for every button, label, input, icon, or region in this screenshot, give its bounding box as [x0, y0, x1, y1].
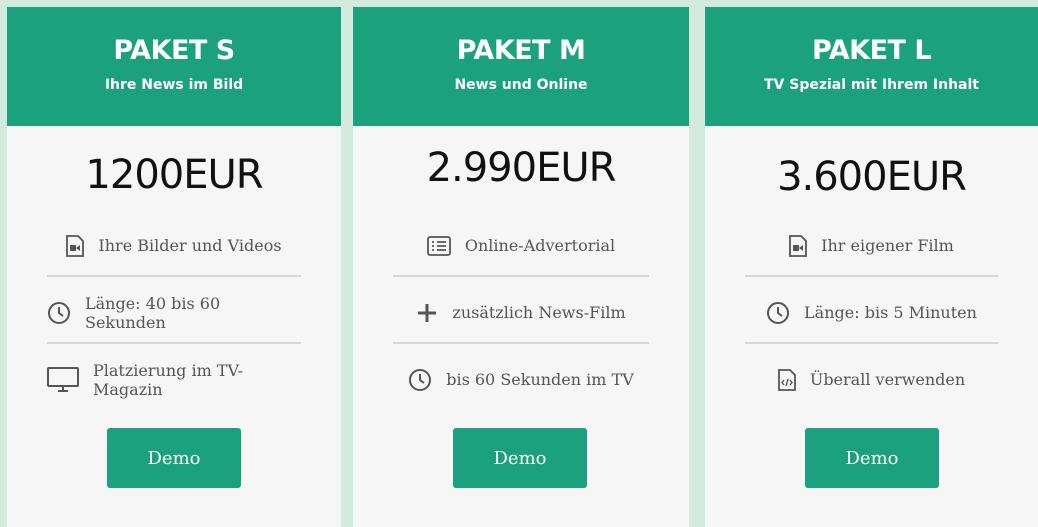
divider	[47, 275, 301, 277]
divider	[745, 275, 998, 277]
package-subtitle: TV Spezial mit Ihrem Inhalt	[764, 77, 979, 93]
package-subtitle: Ihre News im Bild	[104, 77, 244, 93]
feature-item: Platzierung im TV-Magazin	[47, 346, 301, 413]
feature-text: zusätzlich News-Film	[452, 303, 626, 322]
package-subtitle: News und Online	[454, 77, 588, 93]
package-price: 3.600EUR	[777, 154, 967, 200]
feature-text: bis 60 Sekunden im TV	[446, 370, 634, 389]
list-icon	[426, 235, 451, 256]
feature-item: Überall verwenden	[745, 346, 998, 413]
code-file-icon	[777, 368, 796, 391]
package-header: PAKET M News und Online	[353, 7, 689, 126]
feature-item: Länge: 40 bis 60 Sekunden	[47, 279, 301, 346]
clock-icon	[766, 301, 790, 325]
demo-button[interactable]: Demo	[805, 428, 939, 488]
package-title: PAKET M	[456, 35, 586, 66]
divider	[393, 275, 649, 277]
package-price: 1200EUR	[85, 152, 263, 198]
package-header: PAKET L TV Spezial mit Ihrem Inhalt	[705, 7, 1038, 126]
package-header: PAKET S Ihre News im Bild	[7, 7, 341, 126]
plus-icon	[416, 302, 438, 324]
divider	[393, 342, 649, 344]
feature-text: Überall verwenden	[809, 370, 966, 389]
clock-icon	[408, 368, 432, 392]
video-file-icon	[66, 234, 85, 257]
feature-item: Ihre Bilder und Videos	[47, 212, 301, 279]
feature-text: Online-Advertorial	[464, 236, 616, 255]
package-card-m: PAKET M News und Online 2.990EUR Online-…	[353, 7, 689, 527]
package-card-l: PAKET L TV Spezial mit Ihrem Inhalt 3.60…	[705, 7, 1038, 527]
video-file-icon	[789, 234, 808, 257]
feature-text: Länge: 40 bis 60 Sekunden	[85, 293, 221, 332]
feature-item: Länge: bis 5 Minuten	[745, 279, 998, 346]
package-title: PAKET L	[811, 35, 932, 66]
clock-icon	[47, 301, 71, 325]
monitor-icon	[47, 366, 79, 393]
feature-text: Platzierung im TV-Magazin	[93, 360, 243, 399]
package-title: PAKET S	[113, 35, 235, 66]
feature-item: Ihr eigener Film	[745, 212, 998, 279]
feature-text: Länge: bis 5 Minuten	[804, 303, 977, 322]
feature-item: Online-Advertorial	[393, 212, 649, 279]
feature-item: zusätzlich News-Film	[393, 279, 649, 346]
package-price: 2.990EUR	[426, 145, 617, 191]
demo-button[interactable]: Demo	[107, 428, 241, 488]
feature-text: Ihr eigener Film	[821, 236, 954, 255]
feature-item: bis 60 Sekunden im TV	[393, 346, 649, 413]
package-card-s: PAKET S Ihre News im Bild 1200EUR Ihre B…	[7, 7, 341, 527]
divider	[745, 342, 998, 344]
demo-button[interactable]: Demo	[453, 428, 587, 488]
divider	[47, 342, 301, 344]
feature-text: Ihre Bilder und Videos	[98, 236, 282, 255]
